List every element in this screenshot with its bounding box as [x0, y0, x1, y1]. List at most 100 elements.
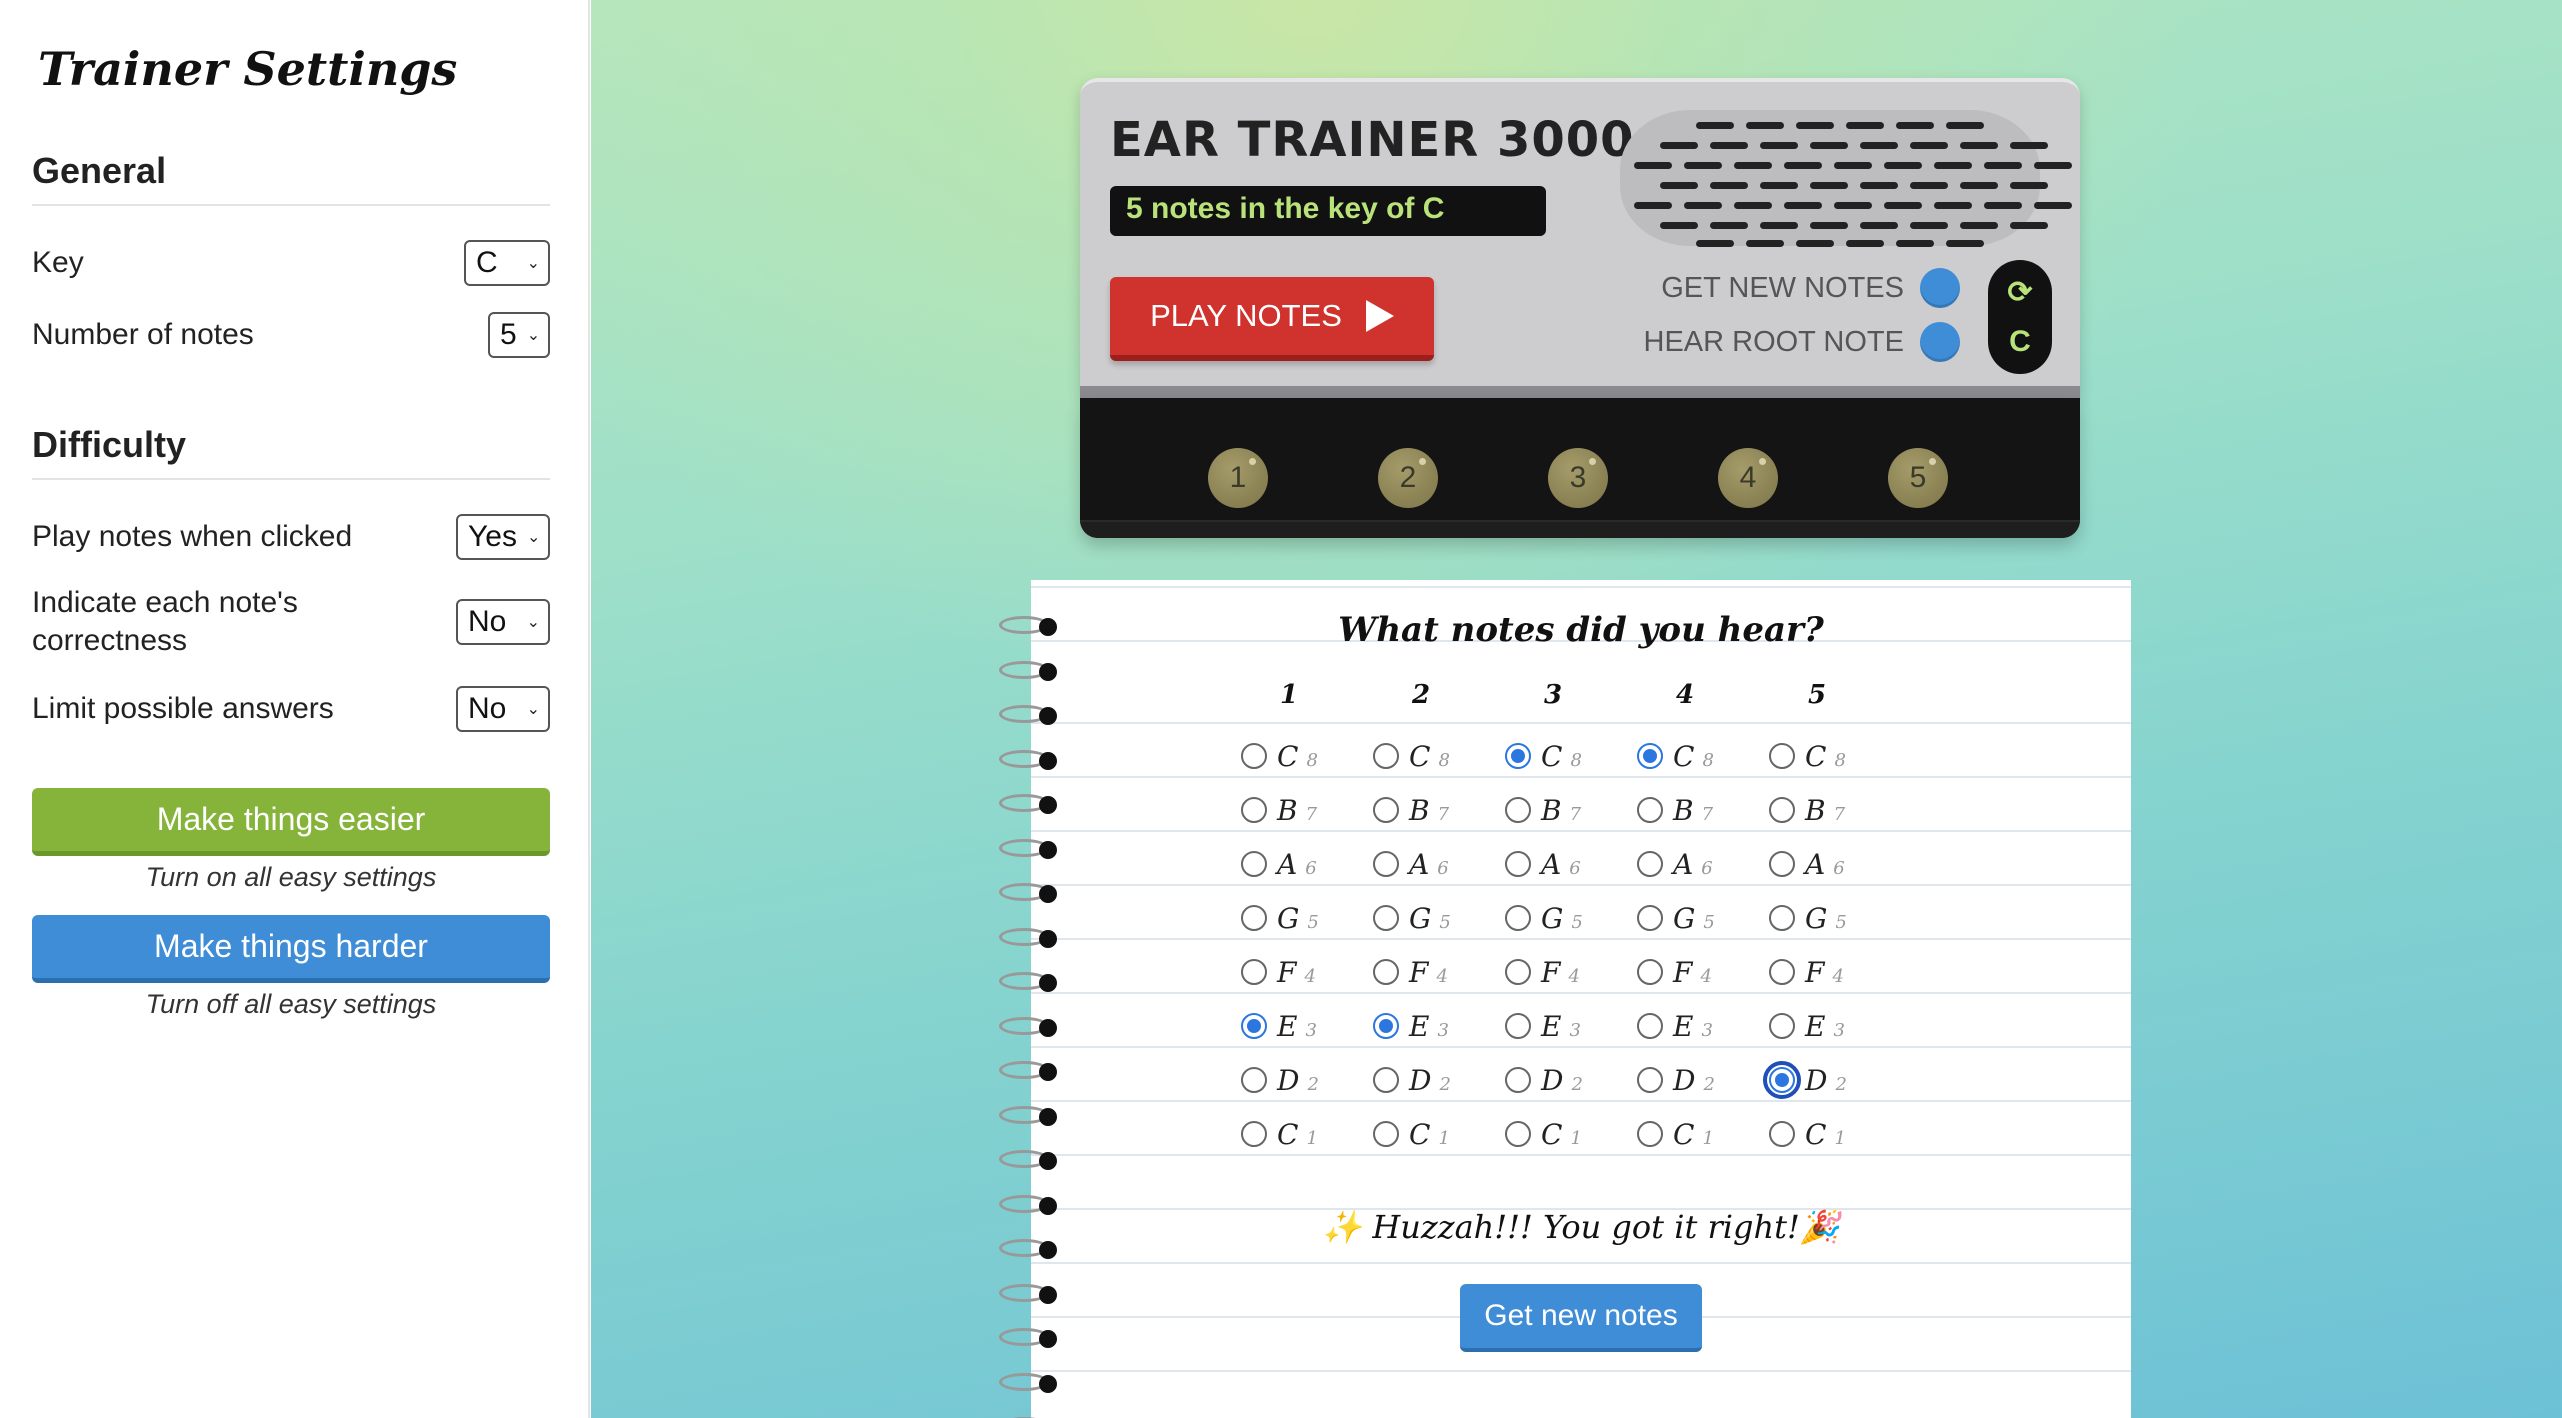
note-option[interactable]: C8: [1373, 736, 1450, 776]
note-radio[interactable]: [1505, 1067, 1531, 1093]
note-option[interactable]: F4: [1373, 952, 1448, 992]
note-radio[interactable]: [1637, 797, 1663, 823]
play-clicked-select[interactable]: Yes ⌄: [456, 514, 550, 560]
note-radio[interactable]: [1373, 905, 1399, 931]
note-option[interactable]: D2: [1637, 1060, 1715, 1100]
note-radio[interactable]: [1505, 905, 1531, 931]
note-option[interactable]: G5: [1637, 898, 1715, 938]
note-option[interactable]: A6: [1769, 844, 1845, 884]
get-new-notes-control[interactable]: GET NEW NOTES: [1661, 268, 1960, 308]
note-option[interactable]: C1: [1241, 1114, 1318, 1154]
hear-root-note-control[interactable]: HEAR ROOT NOTE: [1644, 322, 1960, 362]
note-option[interactable]: F4: [1505, 952, 1580, 992]
note-option[interactable]: F4: [1637, 952, 1712, 992]
note-option[interactable]: B7: [1241, 790, 1317, 830]
note-radio[interactable]: [1373, 797, 1399, 823]
note-option[interactable]: C1: [1373, 1114, 1450, 1154]
note-option[interactable]: D2: [1241, 1060, 1319, 1100]
note-radio[interactable]: [1373, 1067, 1399, 1093]
note-radio[interactable]: [1505, 851, 1531, 877]
note-option[interactable]: B7: [1769, 790, 1845, 830]
note-knob-1[interactable]: 1: [1208, 448, 1268, 508]
get-new-notes-answer-button[interactable]: Get new notes: [1460, 1284, 1702, 1352]
note-option[interactable]: G5: [1769, 898, 1847, 938]
note-radio[interactable]: [1769, 905, 1795, 931]
note-radio[interactable]: [1769, 851, 1795, 877]
make-harder-button[interactable]: Make things harder: [32, 915, 550, 983]
note-radio[interactable]: [1373, 851, 1399, 877]
note-radio[interactable]: [1505, 959, 1531, 985]
note-option[interactable]: C8: [1637, 736, 1714, 776]
note-radio[interactable]: [1241, 797, 1267, 823]
note-radio[interactable]: [1637, 1067, 1663, 1093]
note-degree: 5: [1307, 911, 1319, 933]
make-easier-button[interactable]: Make things easier: [32, 788, 550, 856]
hear-root-note-button[interactable]: [1920, 322, 1960, 362]
note-radio[interactable]: [1241, 1121, 1267, 1147]
note-radio[interactable]: [1637, 905, 1663, 931]
note-option[interactable]: B7: [1373, 790, 1449, 830]
note-option[interactable]: D2: [1373, 1060, 1451, 1100]
note-radio[interactable]: [1769, 1121, 1795, 1147]
note-knob-4[interactable]: 4: [1718, 448, 1778, 508]
note-radio[interactable]: [1763, 1061, 1801, 1099]
note-option[interactable]: C8: [1241, 736, 1318, 776]
note-option[interactable]: G5: [1373, 898, 1451, 938]
note-radio[interactable]: [1505, 1013, 1531, 1039]
note-option[interactable]: E3: [1769, 1006, 1845, 1046]
note-radio[interactable]: [1241, 959, 1267, 985]
note-option[interactable]: A6: [1505, 844, 1581, 884]
indicate-select[interactable]: No ⌄: [456, 599, 550, 645]
get-new-notes-button[interactable]: [1920, 268, 1960, 308]
note-option[interactable]: F4: [1241, 952, 1316, 992]
note-option[interactable]: C8: [1769, 736, 1846, 776]
note-option[interactable]: C8: [1505, 736, 1582, 776]
note-radio[interactable]: [1769, 743, 1795, 769]
note-radio[interactable]: [1637, 1013, 1663, 1039]
note-option[interactable]: C1: [1505, 1114, 1582, 1154]
note-radio[interactable]: [1241, 1013, 1267, 1039]
note-option[interactable]: F4: [1769, 952, 1844, 992]
note-option[interactable]: A6: [1373, 844, 1449, 884]
note-radio[interactable]: [1241, 851, 1267, 877]
note-radio[interactable]: [1241, 905, 1267, 931]
note-option[interactable]: D2: [1505, 1060, 1583, 1100]
note-radio[interactable]: [1373, 1121, 1399, 1147]
note-option[interactable]: D2: [1763, 1060, 1847, 1100]
note-knob-2[interactable]: 2: [1378, 448, 1438, 508]
note-option[interactable]: C1: [1637, 1114, 1714, 1154]
note-option[interactable]: E3: [1241, 1006, 1317, 1046]
note-radio[interactable]: [1769, 959, 1795, 985]
note-radio[interactable]: [1769, 1013, 1795, 1039]
note-radio[interactable]: [1373, 1013, 1399, 1039]
key-select[interactable]: C ⌄: [464, 240, 550, 286]
num-notes-select[interactable]: 5 ⌄: [488, 312, 550, 358]
note-radio[interactable]: [1373, 959, 1399, 985]
note-radio[interactable]: [1373, 743, 1399, 769]
note-option[interactable]: A6: [1241, 844, 1317, 884]
note-radio[interactable]: [1637, 1121, 1663, 1147]
note-option[interactable]: E3: [1505, 1006, 1581, 1046]
note-radio[interactable]: [1637, 959, 1663, 985]
note-knob-5[interactable]: 5: [1888, 448, 1948, 508]
note-option[interactable]: B7: [1505, 790, 1581, 830]
note-option[interactable]: G5: [1505, 898, 1583, 938]
key-row: Key C ⌄: [32, 240, 550, 286]
note-option[interactable]: B7: [1637, 790, 1713, 830]
note-option[interactable]: E3: [1637, 1006, 1713, 1046]
note-radio[interactable]: [1637, 851, 1663, 877]
note-radio[interactable]: [1241, 1067, 1267, 1093]
note-radio[interactable]: [1637, 743, 1663, 769]
limit-select[interactable]: No ⌄: [456, 686, 550, 732]
note-option[interactable]: E3: [1373, 1006, 1449, 1046]
note-radio[interactable]: [1769, 797, 1795, 823]
note-radio[interactable]: [1505, 797, 1531, 823]
note-option[interactable]: G5: [1241, 898, 1319, 938]
note-radio[interactable]: [1505, 743, 1531, 769]
note-option[interactable]: C1: [1769, 1114, 1846, 1154]
note-option[interactable]: A6: [1637, 844, 1713, 884]
note-radio[interactable]: [1241, 743, 1267, 769]
play-notes-button[interactable]: PLAY NOTES: [1110, 277, 1434, 361]
note-radio[interactable]: [1505, 1121, 1531, 1147]
note-knob-3[interactable]: 3: [1548, 448, 1608, 508]
